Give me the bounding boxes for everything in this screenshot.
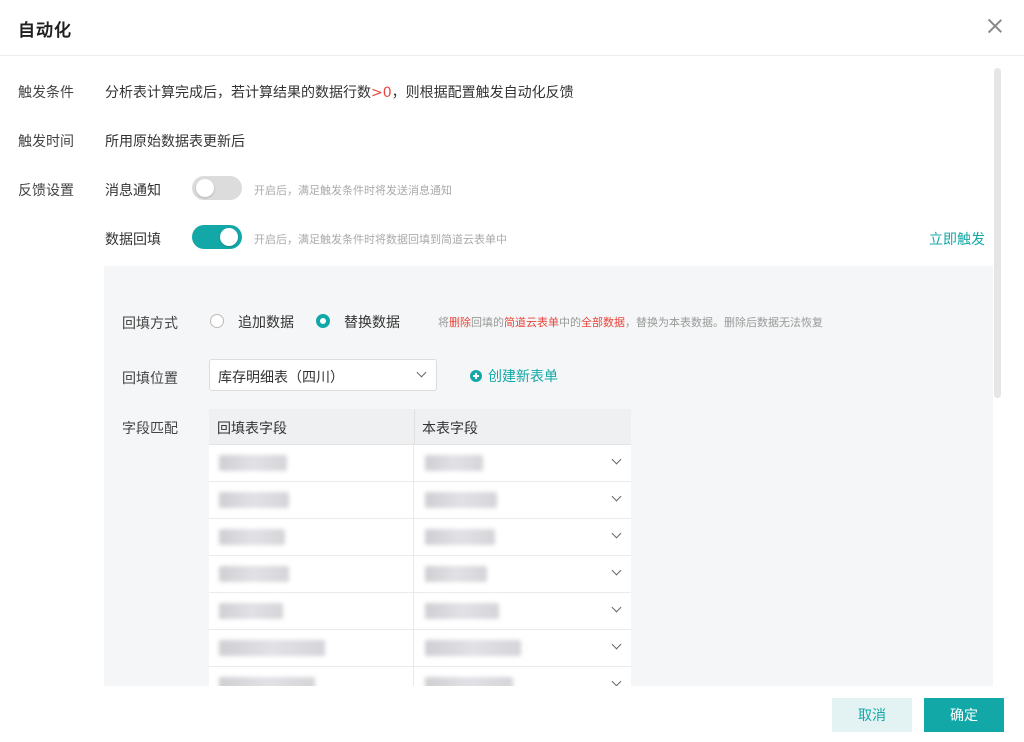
table-row <box>209 482 631 519</box>
column-divider <box>414 409 415 445</box>
redacted-field <box>219 492 289 508</box>
redacted-field <box>425 603 499 619</box>
trigger-time-label: 触发时间 <box>18 134 74 150</box>
radio-append[interactable] <box>210 314 224 328</box>
data-fill-panel: 回填方式 追加数据 替换数据 将删除回填的简道云表单中的全部数据，替换为本表数据… <box>104 266 993 686</box>
chevron-down-icon <box>416 367 427 378</box>
chevron-down-icon <box>611 528 622 539</box>
table-row <box>209 519 631 556</box>
chevron-down-icon <box>611 454 622 465</box>
chevron-down-icon <box>611 602 622 613</box>
radio-append-label[interactable]: 追加数据 <box>238 312 294 332</box>
dialog-title: 自动化 <box>18 21 72 41</box>
scrollbar[interactable] <box>994 68 1001 398</box>
table-row <box>209 630 631 667</box>
warning-part: 中的 <box>559 316 581 329</box>
redacted-field <box>219 677 315 686</box>
target-field-cell[interactable] <box>209 630 414 666</box>
target-field-cell[interactable] <box>209 556 414 592</box>
trigger-condition-text-after: ，则根据配置触发自动化反馈 <box>391 85 574 101</box>
trigger-threshold: >0 <box>371 85 392 101</box>
redacted-field <box>219 455 287 471</box>
dialog-header: 自动化 <box>0 0 1024 56</box>
toggle-knob <box>220 228 238 246</box>
radio-replace-label[interactable]: 替换数据 <box>344 312 400 332</box>
redacted-field <box>425 566 487 582</box>
table-row <box>209 667 631 686</box>
message-notify-toggle[interactable] <box>192 176 242 200</box>
source-field-select[interactable] <box>415 445 631 481</box>
data-fill-label: 数据回填 <box>105 232 161 248</box>
target-field-cell[interactable] <box>209 445 414 481</box>
table-header: 回填表字段 本表字段 <box>209 409 631 445</box>
warning-part: 回填的 <box>471 316 504 329</box>
message-notify-label: 消息通知 <box>105 183 161 199</box>
trigger-now-link[interactable]: 立即触发 <box>929 229 985 249</box>
fill-location-label: 回填位置 <box>122 371 178 387</box>
fill-location-select[interactable]: 库存明细表（四川） <box>209 359 437 391</box>
column-header-target: 回填表字段 <box>217 421 287 437</box>
redacted-field <box>425 640 521 656</box>
source-field-select[interactable] <box>415 630 631 666</box>
redacted-field <box>425 677 513 686</box>
warning-delete: 删除 <box>449 316 471 329</box>
warning-part: ，替换为本表数据。删除后数据无法恢复 <box>625 316 823 329</box>
field-match-table: 回填表字段 本表字段 <box>209 409 631 686</box>
automation-dialog: 自动化 触发条件 分析表计算完成后，若计算结果的数据行数>0，则根据配置触发自动… <box>0 0 1024 742</box>
table-row <box>209 556 631 593</box>
data-fill-hint: 开启后，满足触发条件时将数据回填到简道云表单中 <box>254 233 507 246</box>
redacted-field <box>425 529 495 545</box>
fill-mode-label: 回填方式 <box>122 316 178 332</box>
redacted-field <box>219 640 325 656</box>
table-body <box>209 445 631 686</box>
chevron-down-icon <box>611 565 622 576</box>
target-field-cell[interactable] <box>209 482 414 518</box>
table-row <box>209 445 631 482</box>
fill-location-value: 库存明细表（四川） <box>218 370 344 386</box>
source-field-select[interactable] <box>415 519 631 555</box>
redacted-field <box>219 603 283 619</box>
source-field-select[interactable] <box>415 593 631 629</box>
source-field-select[interactable] <box>415 482 631 518</box>
target-field-cell[interactable] <box>209 667 414 686</box>
redacted-field <box>425 492 497 508</box>
table-row <box>209 593 631 630</box>
toggle-knob <box>196 179 214 197</box>
cancel-button[interactable]: 取消 <box>832 698 912 732</box>
redacted-field <box>219 566 289 582</box>
confirm-button[interactable]: 确定 <box>924 698 1004 732</box>
field-match-label: 字段匹配 <box>122 421 178 437</box>
warning-part: 将 <box>438 316 449 329</box>
source-field-select[interactable] <box>415 667 631 686</box>
replace-warning: 将删除回填的简道云表单中的全部数据，替换为本表数据。删除后数据无法恢复 <box>438 314 823 330</box>
trigger-condition-text-before: 分析表计算完成后，若计算结果的数据行数 <box>105 85 371 101</box>
data-fill-toggle[interactable] <box>192 225 242 249</box>
trigger-condition-text: 分析表计算完成后，若计算结果的数据行数>0，则根据配置触发自动化反馈 <box>105 82 574 102</box>
message-notify-hint: 开启后，满足触发条件时将发送消息通知 <box>254 184 452 197</box>
warning-form: 简道云表单 <box>504 316 559 329</box>
target-field-cell[interactable] <box>209 519 414 555</box>
redacted-field <box>425 455 483 471</box>
warning-all-data: 全部数据 <box>581 316 625 329</box>
source-field-select[interactable] <box>415 556 631 592</box>
chevron-down-icon <box>611 639 622 650</box>
trigger-time-value: 所用原始数据表更新后 <box>105 134 245 150</box>
column-header-source: 本表字段 <box>422 421 478 437</box>
redacted-field <box>219 529 285 545</box>
target-field-cell[interactable] <box>209 593 414 629</box>
trigger-condition-label: 触发条件 <box>18 85 74 101</box>
chevron-down-icon <box>611 676 622 686</box>
radio-replace[interactable] <box>316 314 330 328</box>
plus-circle-icon <box>470 370 482 382</box>
chevron-down-icon <box>611 491 622 502</box>
feedback-settings-label: 反馈设置 <box>18 183 74 199</box>
close-icon[interactable] <box>985 16 1005 36</box>
create-new-form-label: 创建新表单 <box>488 369 558 385</box>
